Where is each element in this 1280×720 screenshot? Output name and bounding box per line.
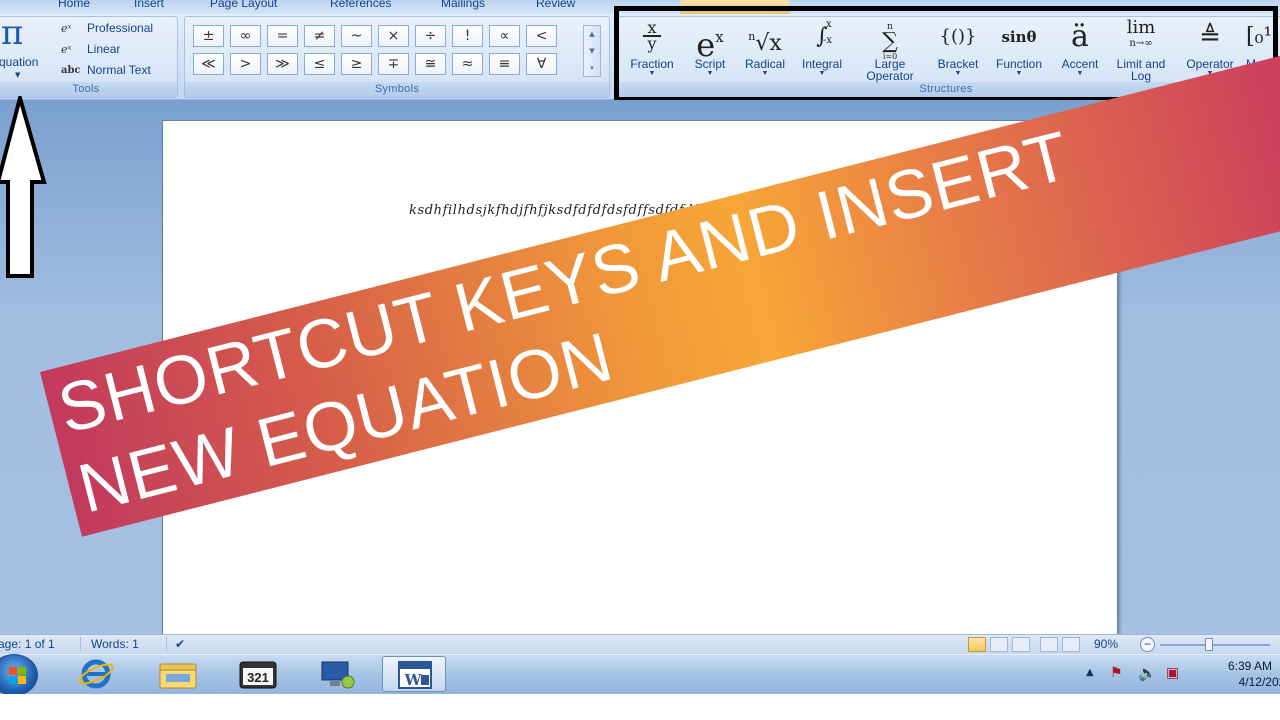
start-button[interactable] — [0, 654, 38, 696]
page-count[interactable]: Page: 1 of 1 — [0, 637, 55, 651]
zoom-level[interactable]: 90% — [1094, 637, 1118, 651]
taskbar-file-explorer[interactable] — [146, 656, 210, 692]
taskbar-media-player[interactable]: 321 — [226, 656, 290, 692]
symbol-tilde[interactable]: ~ — [341, 25, 372, 47]
symbol-factorial[interactable]: ! — [452, 25, 483, 47]
equation-button[interactable]: Equation — [0, 55, 38, 69]
symbol-much-less[interactable]: ≪ — [193, 53, 224, 75]
volume-icon[interactable]: 🔈 — [1138, 664, 1157, 682]
tools-group: π Equation ▼ eˣ Professional eˣ Linear a… — [0, 13, 178, 98]
scroll-down-icon[interactable]: ▼ — [584, 43, 600, 60]
zoom-slider[interactable] — [1160, 644, 1270, 646]
symbol-infinity[interactable]: ∞ — [230, 25, 261, 47]
web-layout-view-icon[interactable] — [1012, 637, 1030, 652]
symbol-plus-minus[interactable]: ± — [193, 25, 224, 47]
symbol-much-greater[interactable]: ≫ — [267, 53, 298, 75]
linear-label: Linear — [87, 42, 121, 56]
computer-network-icon — [321, 661, 355, 689]
gallery-more-icon[interactable]: ▾ — [584, 60, 600, 77]
internet-explorer-icon — [78, 659, 114, 689]
tab-mailings[interactable]: Mailings — [441, 0, 485, 10]
up-arrow-icon — [0, 96, 47, 278]
outline-view-icon[interactable] — [1040, 637, 1058, 652]
tab-home[interactable]: Home — [58, 0, 90, 10]
professional-label: Professional — [87, 21, 154, 35]
svg-text:W: W — [404, 671, 423, 689]
symbol-less-equal[interactable]: ≤ — [304, 53, 335, 75]
windows-logo-icon — [9, 667, 26, 684]
network-status-icon[interactable]: ▣ — [1166, 665, 1179, 681]
word-icon: W — [398, 661, 432, 689]
taskbar: 321 W ▲ ⚑ 🔈 ▣ 6:39 AM 4/12/2022 — [0, 654, 1280, 696]
taskbar-internet-explorer[interactable] — [64, 656, 128, 692]
zoom-out-button[interactable]: − — [1140, 637, 1155, 652]
symbol-minus-plus[interactable]: ∓ — [378, 53, 409, 75]
tab-page-layout[interactable]: Page Layout — [210, 0, 277, 10]
tab-insert[interactable]: Insert — [134, 0, 164, 10]
tab-references[interactable]: References — [330, 0, 391, 10]
professional-button[interactable]: eˣ Professional — [61, 21, 153, 35]
bottom-margin — [0, 694, 1280, 720]
word-count[interactable]: Words: 1 — [80, 637, 139, 651]
linear-icon: eˣ — [61, 42, 72, 56]
linear-button[interactable]: eˣ Linear — [61, 42, 120, 56]
proofing-icon[interactable]: ✔ — [166, 637, 185, 651]
symbol-gallery: ± ∞ = ≠ ~ × ÷ ! ∝ < ≪ > ≫ ≤ ≥ ∓ ≅ ≈ ≡ ∀ — [193, 25, 557, 75]
normal-text-label: Normal Text — [87, 63, 151, 77]
symbol-equals[interactable]: = — [267, 25, 298, 47]
symbol-gallery-scroller[interactable]: ▲ ▼ ▾ — [583, 25, 601, 77]
symbol-less-than[interactable]: < — [526, 25, 557, 47]
draft-view-icon[interactable] — [1062, 637, 1080, 652]
symbol-approx[interactable]: ≈ — [452, 53, 483, 75]
action-center-flag-icon[interactable]: ⚑ — [1110, 665, 1123, 681]
symbol-not-equal[interactable]: ≠ — [304, 25, 335, 47]
normal-text-button[interactable]: abc Normal Text — [61, 63, 151, 77]
scroll-up-icon[interactable]: ▲ — [584, 26, 600, 43]
print-layout-view-icon[interactable] — [968, 637, 986, 652]
normal-text-icon: abc — [61, 64, 81, 76]
symbol-times[interactable]: × — [378, 25, 409, 47]
symbol-for-all[interactable]: ∀ — [526, 53, 557, 75]
tools-group-label: Tools — [0, 82, 177, 97]
clock-time[interactable]: 6:39 AM — [1228, 659, 1272, 673]
show-hidden-icons-icon[interactable]: ▲ — [1086, 667, 1094, 678]
symbol-greater-than[interactable]: > — [230, 53, 261, 75]
symbol-greater-equal[interactable]: ≥ — [341, 53, 372, 75]
full-screen-reading-view-icon[interactable] — [990, 637, 1008, 652]
folder-icon — [159, 663, 197, 689]
symbol-identical[interactable]: ≡ — [489, 53, 520, 75]
symbol-proportional[interactable]: ∝ — [489, 25, 520, 47]
taskbar-microsoft-word[interactable]: W — [382, 656, 446, 692]
symbol-congruent[interactable]: ≅ — [415, 53, 446, 75]
svg-text:321: 321 — [247, 670, 269, 685]
status-bar: Page: 1 of 1 Words: 1 ✔ 90% − — [0, 634, 1280, 654]
clock-date[interactable]: 4/12/2022 — [1239, 675, 1280, 689]
system-tray: ▲ ⚑ 🔈 ▣ 6:39 AM 4/12/2022 — [1080, 655, 1280, 695]
media-player-icon: 321 — [239, 661, 277, 689]
pi-icon[interactable]: π — [1, 13, 23, 53]
symbols-group: ± ∞ = ≠ ~ × ÷ ! ∝ < ≪ > ≫ ≤ ≥ ∓ ≅ ≈ ≡ ∀ … — [184, 16, 610, 98]
symbols-group-label: Symbols — [185, 82, 609, 97]
zoom-slider-thumb[interactable] — [1204, 638, 1213, 651]
professional-icon: eˣ — [61, 21, 72, 35]
tab-review[interactable]: Review — [536, 0, 575, 10]
chevron-down-icon[interactable]: ▼ — [15, 71, 20, 79]
symbol-divide[interactable]: ÷ — [415, 25, 446, 47]
taskbar-network-app[interactable] — [306, 656, 370, 692]
